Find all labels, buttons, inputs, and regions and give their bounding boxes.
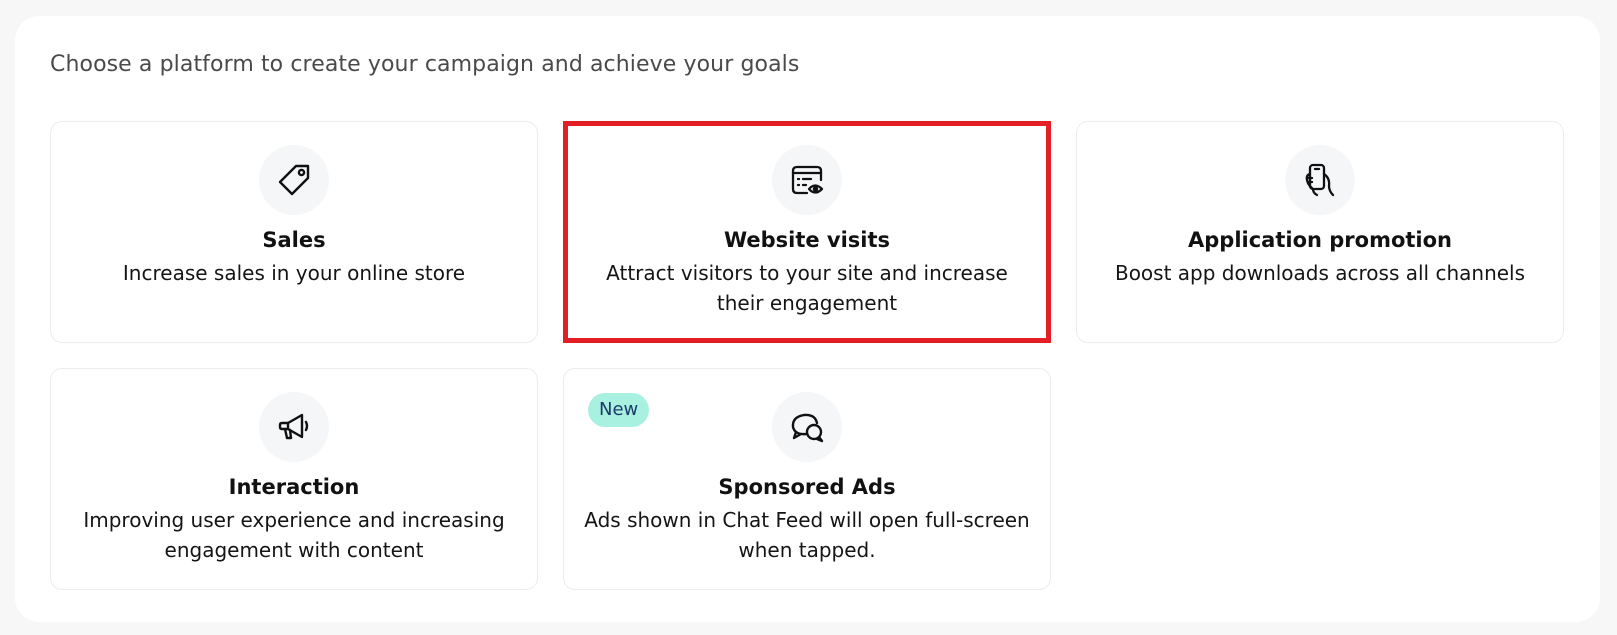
card-sponsored-ads[interactable]: New Sponsored Ads Ads shown in Chat Feed…	[563, 368, 1051, 590]
browser-eye-icon	[772, 145, 842, 215]
card-description: Ads shown in Chat Feed will open full-sc…	[584, 508, 1030, 562]
card-description: Boost app downloads across all channels	[1114, 261, 1526, 285]
new-badge: New	[588, 393, 650, 427]
card-application-promotion[interactable]: Application promotion Boost app download…	[1076, 121, 1564, 343]
card-description: Improving user experience and increasing…	[83, 508, 505, 562]
card-description: Attract visitors to your site and increa…	[606, 261, 1008, 315]
card-title: Sales	[262, 228, 326, 252]
chat-bubbles-icon	[772, 392, 842, 462]
megaphone-icon	[259, 392, 329, 462]
card-interaction[interactable]: Interaction Improving user experience an…	[50, 368, 538, 590]
card-website-visits[interactable]: Website visits Attract visitors to your …	[563, 121, 1051, 343]
card-title: Website visits	[723, 228, 891, 252]
card-title: Sponsored Ads	[718, 475, 896, 499]
price-tag-icon	[259, 145, 329, 215]
platform-selection-panel: Choose a platform to create your campaig…	[15, 16, 1600, 622]
card-description: Increase sales in your online store	[122, 261, 466, 285]
hand-phone-icon	[1285, 145, 1355, 215]
card-title: Interaction	[228, 475, 360, 499]
page-heading: Choose a platform to create your campaig…	[50, 52, 800, 77]
card-title: Application promotion	[1188, 228, 1452, 252]
card-sales[interactable]: Sales Increase sales in your online stor…	[50, 121, 538, 343]
